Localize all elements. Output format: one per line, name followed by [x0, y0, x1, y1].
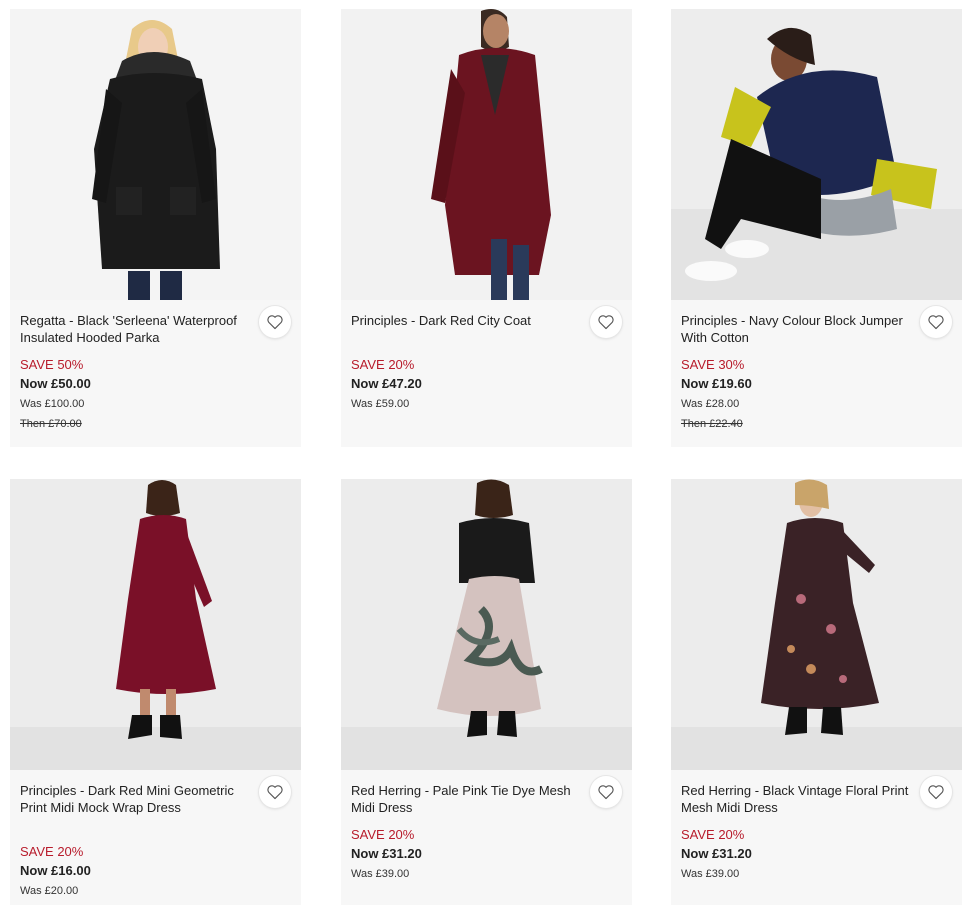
product-title[interactable]: Principles - Dark Red City Coat: [351, 312, 579, 346]
product-image[interactable]: [671, 479, 962, 770]
then-price: Then £22.40: [681, 418, 743, 430]
save-badge: SAVE 20%: [351, 357, 415, 372]
product-title[interactable]: Red Herring - Black Vintage Floral Print…: [681, 782, 909, 816]
was-price: Was £20.00: [20, 885, 79, 897]
heart-icon: [598, 785, 614, 800]
product-image[interactable]: [10, 9, 301, 300]
was-price: Was £39.00: [681, 868, 740, 880]
now-price: Now £16.00: [20, 863, 91, 878]
product-photo-tie-dye-dress: [341, 479, 632, 770]
now-price: Now £31.20: [351, 846, 422, 861]
save-badge: SAVE 20%: [351, 827, 415, 842]
product-photo-coat: [341, 9, 632, 300]
product-image[interactable]: [10, 479, 301, 770]
product-image[interactable]: [341, 479, 632, 770]
product-image[interactable]: [671, 9, 962, 300]
product-card[interactable]: Principles - Navy Colour Block Jumper Wi…: [671, 9, 962, 447]
product-grid: Regatta - Black 'Serleena' Waterproof In…: [10, 9, 964, 905]
wishlist-button[interactable]: [920, 776, 952, 808]
product-image[interactable]: [341, 9, 632, 300]
save-badge: SAVE 30%: [681, 357, 745, 372]
heart-icon: [598, 315, 614, 330]
product-card[interactable]: Red Herring - Black Vintage Floral Print…: [671, 479, 962, 905]
save-badge: SAVE 20%: [681, 827, 745, 842]
product-card[interactable]: Red Herring - Pale Pink Tie Dye Mesh Mid…: [341, 479, 632, 905]
product-photo-floral-dress: [671, 479, 962, 770]
was-price: Was £100.00: [20, 398, 85, 410]
wishlist-button[interactable]: [259, 306, 291, 338]
product-photo-parka: [10, 9, 301, 300]
wishlist-button[interactable]: [920, 306, 952, 338]
product-card[interactable]: Principles - Dark Red Mini Geometric Pri…: [10, 479, 301, 905]
now-price: Now £31.20: [681, 846, 752, 861]
save-badge: SAVE 20%: [20, 844, 84, 859]
product-photo-wrap-dress: [10, 479, 301, 770]
was-price: Was £59.00: [351, 398, 410, 410]
wishlist-button[interactable]: [590, 306, 622, 338]
product-title[interactable]: Regatta - Black 'Serleena' Waterproof In…: [20, 312, 248, 346]
now-price: Now £19.60: [681, 376, 752, 391]
product-card[interactable]: Principles - Dark Red City Coat SAVE 20%…: [341, 9, 632, 447]
product-title[interactable]: Principles - Dark Red Mini Geometric Pri…: [20, 782, 248, 833]
now-price: Now £47.20: [351, 376, 422, 391]
heart-icon: [928, 785, 944, 800]
now-price: Now £50.00: [20, 376, 91, 391]
heart-icon: [267, 315, 283, 330]
then-price: Then £70.00: [20, 418, 82, 430]
wishlist-button[interactable]: [590, 776, 622, 808]
heart-icon: [267, 785, 283, 800]
was-price: Was £28.00: [681, 398, 740, 410]
product-card[interactable]: Regatta - Black 'Serleena' Waterproof In…: [10, 9, 301, 447]
product-title[interactable]: Principles - Navy Colour Block Jumper Wi…: [681, 312, 909, 346]
was-price: Was £39.00: [351, 868, 410, 880]
wishlist-button[interactable]: [259, 776, 291, 808]
heart-icon: [928, 315, 944, 330]
save-badge: SAVE 50%: [20, 357, 84, 372]
product-title[interactable]: Red Herring - Pale Pink Tie Dye Mesh Mid…: [351, 782, 579, 816]
product-photo-jumper: [671, 9, 962, 300]
